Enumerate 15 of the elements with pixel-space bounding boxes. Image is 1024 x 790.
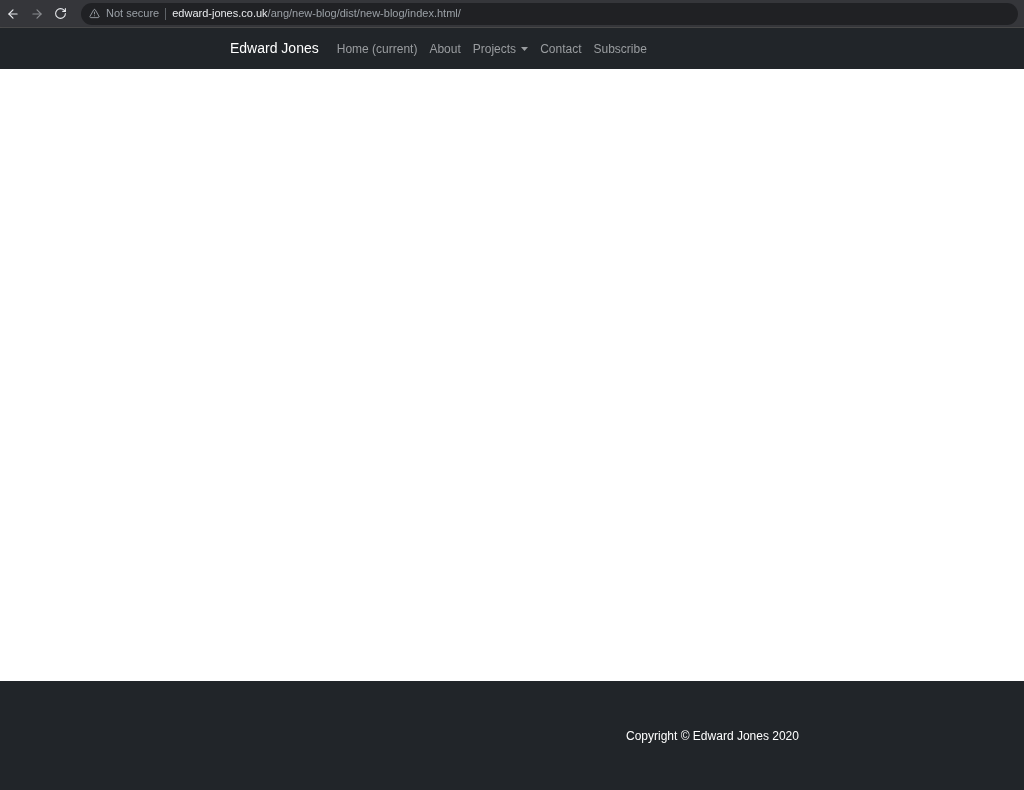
security-label: Not secure (106, 6, 160, 22)
copyright-text: Copyright © Edward Jones 2020 (626, 727, 799, 745)
caret-icon (521, 46, 529, 51)
url-text: edward-jones.co.uk/ang/new-blog/dist/new-blog/index.html/ (172, 6, 461, 22)
reload-icon[interactable] (54, 7, 67, 20)
forward-icon[interactable] (30, 6, 44, 21)
nav-link[interactable]: Home (current) (336, 39, 418, 58)
nav-link[interactable]: Subscribe (593, 39, 647, 58)
brand-link[interactable]: Edward Jones (230, 38, 319, 59)
address-bar[interactable]: Not secure edward-jones.co.uk/ang/new-blog/dist/new-blog/index.html/ (81, 2, 1018, 25)
nav-dropdown[interactable]: Projects (472, 39, 529, 58)
nav-link[interactable]: About (429, 39, 461, 58)
warning-icon (89, 8, 100, 19)
nav-link[interactable]: Contact (540, 39, 582, 58)
back-icon[interactable] (6, 6, 20, 21)
